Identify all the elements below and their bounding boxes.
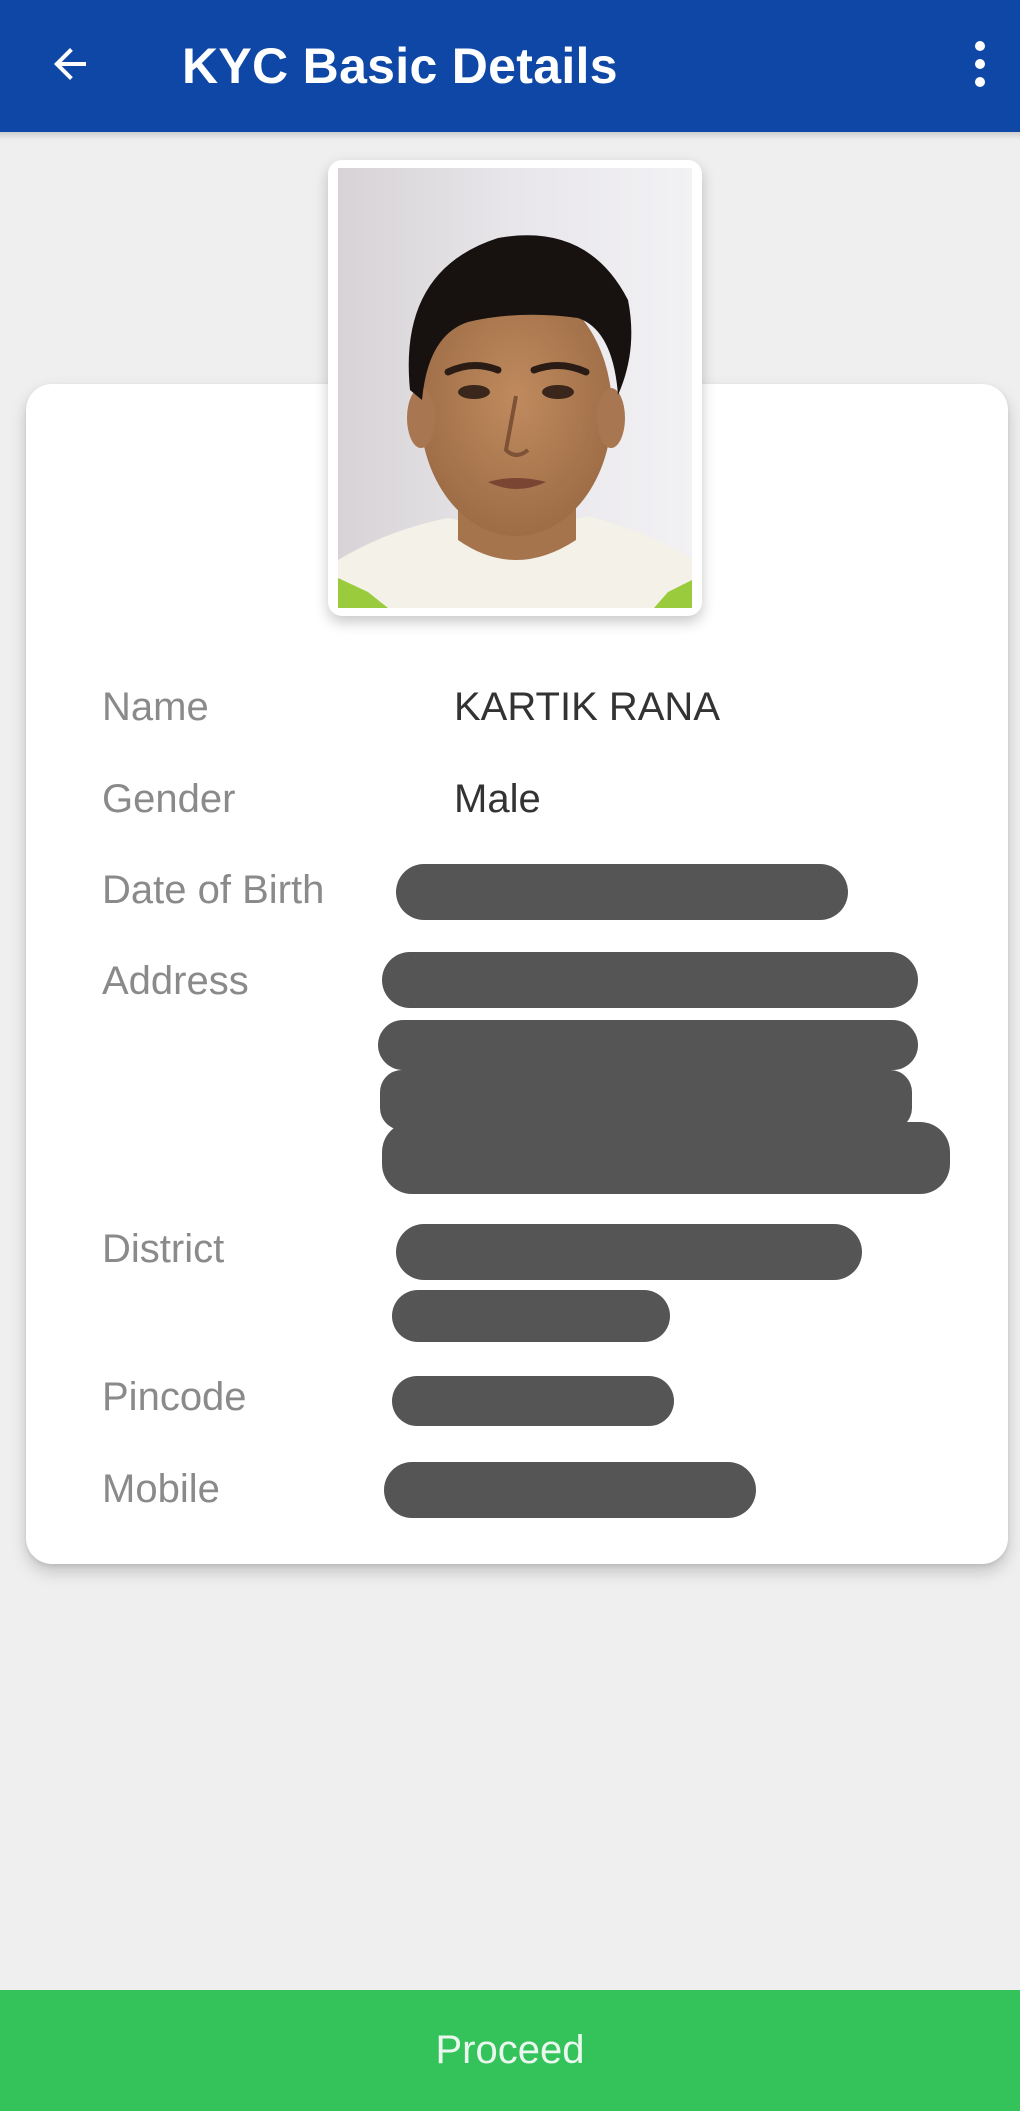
gender-value: Male [454,777,541,821]
mobile-label: Mobile [102,1467,220,1511]
address-label: Address [102,959,249,1003]
proceed-button[interactable]: Proceed [0,1990,1020,2111]
pincode-redacted-value [392,1376,674,1426]
district-redacted-value [392,1290,670,1342]
mobile-redacted-value [384,1462,756,1518]
address-redacted-line [382,1122,950,1194]
address-redacted-line [378,1020,918,1070]
proceed-button-label: Proceed [435,2028,585,2072]
dob-label: Date of Birth [102,868,325,912]
district-label: District [102,1227,225,1271]
page-title: KYC Basic Details [182,38,618,94]
name-label: Name [102,685,209,729]
address-redacted-line [380,1070,912,1130]
address-redacted-line [382,952,918,1008]
app-bar: KYC Basic Details [0,0,1020,132]
arrow-left-icon [46,40,94,93]
name-value: KARTIK RANA [454,685,720,729]
gender-label: Gender [102,777,236,821]
applicant-photo [328,160,702,616]
back-button[interactable] [30,26,110,106]
pincode-label: Pincode [102,1375,247,1419]
more-vertical-icon [973,39,987,94]
app-bar-shadow [0,132,1020,140]
kyc-basic-details-screen: KYC Basic Details Name KARTIK RANA Gende… [0,0,1020,2111]
district-redacted-value [396,1224,862,1280]
dob-redacted-value [396,864,848,920]
overflow-menu-button[interactable] [950,26,1010,106]
